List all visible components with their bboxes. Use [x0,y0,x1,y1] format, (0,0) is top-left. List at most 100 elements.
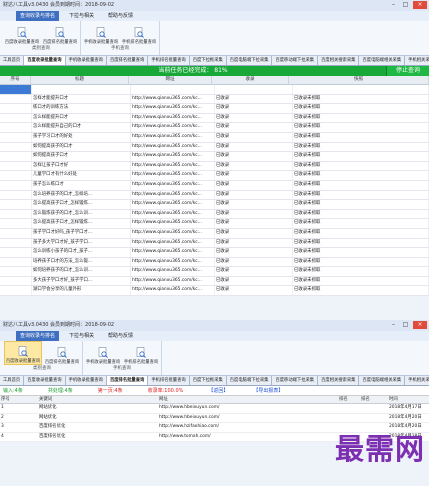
cell-num [0,257,32,267]
table-row[interactable]: 怎么样能提升自己的口才 http://www.qianxu365.com/kc..… [0,123,429,133]
tab-home[interactable]: 工具首页 [0,56,25,65]
table-row[interactable]: 多大孩子学口才好_孩子学口... http://www.qianxu365.com… [0,276,429,287]
menu-help[interactable]: 帮助与反馈 [104,11,137,21]
menu-query[interactable]: 查询收录与排名 [16,11,60,21]
cell-url: http://www.qianxu365.com/kc... [131,180,215,190]
cell-status: 已收录 [215,161,293,171]
mobile-rank-query-button[interactable]: 手机排名批量查询 [121,21,157,45]
tab-mobile-related[interactable]: 手机相关采集 [405,376,429,385]
tab-mobile-index[interactable]: 手机收录批量查询 [65,56,107,65]
cell-num [0,161,32,171]
column-header[interactable]: 序号 [0,76,31,84]
stats-bar: 输入:4条 共处理:4条 第一页:4条 收录率:100.0% 【返回】 【导出报… [0,386,429,396]
minimize-icon[interactable]: – [389,321,398,329]
menu-bar: 查询收录与排名 下拉与相关 帮助与反馈 [0,331,429,341]
export-report-link[interactable]: 【导出报表】 [253,387,283,394]
column-header[interactable]: 排名 [361,396,389,403]
table-row[interactable]: 怎样让孩子口才好 http://www.qianxu365.com/kc... 已收… [0,161,429,172]
column-header[interactable]: 网址 [159,396,339,403]
table-row[interactable]: 2 网站优化 http://www.hbeixuyun.com/2018年4月20日 [0,414,429,423]
table-row[interactable]: 湖口学会分享的儿童外形 http://www.qianxu365.com/kc..… [0,286,429,297]
table-row[interactable]: 怎么训练小孩子的口才_孩子... http://www.qianxu365.com… [0,248,429,258]
cell-keyword: 百度排名优化 [39,424,66,429]
table-row[interactable]: 怎样才能提升口才 http://www.qianxu365.com/kc... 已收… [0,94,429,105]
table-row[interactable]: 1 网站优化 http://www.hbeixuyun.com/2018年4月17日 [0,404,429,414]
table-row[interactable]: 练口才的训练方法 http://www.qianxu365.com/kc... 已收… [0,104,429,114]
cell-snap: 已收录未抓取 [293,248,429,257]
back-link[interactable]: 【返回】 [208,387,228,394]
mobile-index-query-button[interactable]: 手机收录批量查询 [83,21,119,45]
table-row[interactable]: 如何培养孩子的口才_怎么训... http://www.qianxu365.com… [0,267,429,277]
table-row[interactable]: 孩子多大学口才好_孩子学口... http://www.qianxu365.com… [0,238,429,249]
maximize-icon[interactable]: □ [401,321,410,329]
menu-query[interactable]: 查询收录与排名 [16,331,60,341]
table-row[interactable]: 孩子学口才好吗_孩子学口才... http://www.qianxu365.com… [0,228,429,239]
column-header[interactable]: 快照 [289,76,429,84]
tab-pc-suggest[interactable]: 百度电脑端下拉采集 [226,56,273,65]
column-header[interactable]: 关键词 [35,396,159,403]
cell-status: 已收录 [215,200,293,209]
tab-mobile-index[interactable]: 手机收录批量查询 [65,376,107,385]
tab-baidu-suggest[interactable]: 百度下拉框采集 [189,56,227,65]
menu-dropdown[interactable]: 下拉与相关 [65,331,98,341]
baidu-rank-query-button[interactable]: 百度排名批量查询 [44,341,80,365]
baidu-index-query-button[interactable]: 百度收录批量查询 [4,21,40,45]
tab-baidu-index[interactable]: 百度收录批量查询 [24,56,66,65]
tab-mobile-rank[interactable]: 手机排名批量查询 [148,56,190,65]
baidu-rank-query-button[interactable]: 百度排名批量查询 [42,21,78,45]
tab-mobile-rank[interactable]: 手机排名批量查询 [148,376,190,385]
table-row[interactable]: 培养孩子口才的方法_怎么锻... http://www.qianxu365.com… [0,257,429,268]
cell-status: 已收录 [215,142,293,152]
table-row[interactable]: 如何提高孩子的口才 http://www.qianxu365.com/kc... 已… [0,142,429,153]
column-header[interactable]: 排名 [339,396,361,403]
minimize-icon[interactable]: – [389,1,398,9]
table-row[interactable]: 孩子学习口才的好处 http://www.qianxu365.com/kc... 已… [0,132,429,143]
tab-pc-related[interactable]: 百度电脑端相关采集 [359,56,406,65]
tab-baidu-rank[interactable]: 百度排名批量查询 [106,56,149,65]
table-row[interactable]: 孩子怎么练口才 http://www.qianxu365.com/kc... 已收录… [0,180,429,191]
table-row[interactable]: 怎么培养孩子的口才_怎样培... http://www.qianxu365.com… [0,190,429,201]
table-row[interactable]: 怎么锻炼孩子的口才_怎么训... http://www.qianxu365.com… [0,209,429,220]
tab-baidu-suggest[interactable]: 百度下拉框采集 [189,376,227,385]
baidu-index-query-button[interactable]: 百度收录批量查询 [4,341,42,365]
tab-related-search[interactable]: 百度相关搜索采集 [318,376,360,385]
table-row[interactable]: 儿童学口才有什么好处 http://www.qianxu365.com/kc...… [0,171,429,181]
tab-pc-suggest[interactable]: 百度电脑端下拉采集 [226,376,273,385]
cell-title: 怎么提高孩子口才_怎样锻炼... [32,219,131,228]
cell-snap: 已收录未抓取 [293,132,429,142]
column-header[interactable]: 收录 [212,76,289,84]
column-header[interactable]: 网址 [129,76,212,84]
tab-baidu-index[interactable]: 百度收录批量查询 [24,376,66,385]
column-header[interactable]: 时间 [389,396,429,403]
table-row[interactable]: 怎么样能提升口才 http://www.qianxu365.com/kc... 已收… [0,113,429,124]
mobile-rank-query-button[interactable]: 手机排名批量查询 [123,341,159,365]
cell-snap: 已收录未抓取 [293,238,429,248]
stop-query-button[interactable]: 停止查询 [386,66,429,76]
cell-num [0,276,32,286]
cell-status: 已收录 [215,190,293,200]
column-header[interactable]: 序号 [0,396,35,403]
close-icon[interactable]: × [413,1,427,9]
tab-home[interactable]: 工具首页 [0,376,25,385]
tab-mobile-suggest[interactable]: 百度移动端下拉采集 [272,56,319,65]
tab-mobile-related[interactable]: 手机相关采集 [405,56,429,65]
table-row[interactable]: 怎么提高孩子口才_怎样锻炼... http://www.qianxu365.com… [0,200,429,210]
mobile-index-query-button[interactable]: 手机收录批量查询 [85,341,121,365]
cell-snap: 已收录未抓取 [293,152,429,161]
close-icon[interactable]: × [413,321,427,329]
maximize-icon[interactable]: □ [401,1,410,9]
tab-related-search[interactable]: 百度相关搜索采集 [318,56,360,65]
menu-dropdown[interactable]: 下拉与相关 [65,11,98,21]
cell-url: http://www.qianxu365.com/kc... [131,248,215,257]
menu-help[interactable]: 帮助与反馈 [104,331,137,341]
column-header[interactable]: 标题 [31,76,129,84]
cell-time: 2018年4月20日 [389,414,422,420]
tab-pc-related[interactable]: 百度电脑端相关采集 [359,376,406,385]
tab-baidu-rank[interactable]: 百度排名批量查询 [106,376,149,385]
tab-mobile-suggest[interactable]: 百度移动端下拉采集 [272,376,319,385]
menu-bar: 查询收录与排名 下拉与相关 帮助与反馈 [0,11,429,21]
table-row[interactable] [0,85,429,95]
table-row[interactable]: 如何提高孩子口才 http://www.qianxu365.com/kc... 已收… [0,152,429,162]
cell-num [0,94,32,104]
table-row[interactable]: 怎么提高孩子口才_怎样锻炼... http://www.qianxu365.com… [0,219,429,229]
